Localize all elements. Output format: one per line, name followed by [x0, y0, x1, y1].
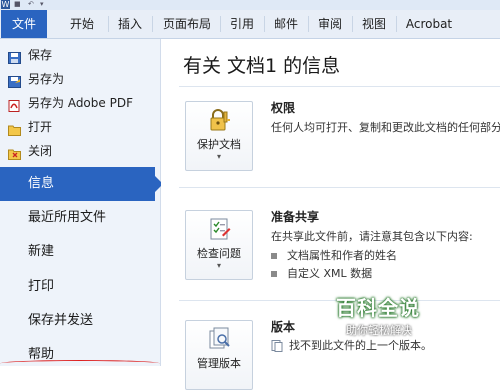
save-icon [8, 49, 22, 64]
watermark-title: 百科全说 [336, 296, 420, 320]
tab-separator [108, 16, 109, 32]
versions-heading: 版本 [271, 320, 296, 334]
close-doc-icon [8, 145, 22, 160]
tab-separator [152, 16, 153, 32]
folder-open-icon [8, 121, 22, 136]
check-issues-label: 检查问题 [197, 247, 241, 260]
tab-separator [220, 16, 221, 32]
menu-open[interactable]: 打开 [8, 116, 52, 138]
list-item: 自定义 XML 数据 [271, 265, 372, 281]
menu-save-as[interactable]: 另存为 [8, 68, 64, 90]
versions-text-row: 找不到此文件的上一个版本。 [271, 337, 432, 353]
menu-recent[interactable]: 最近所用文件 [0, 201, 155, 235]
save-quick-icon[interactable]: ■ [14, 1, 24, 8]
chevron-down-icon: ▾ [216, 261, 221, 270]
save-as-icon [8, 73, 22, 88]
permissions-text: 任何人均可打开、复制和更改此文档的任何部分 [271, 121, 500, 134]
ribbon-tab-bar: 文件 开始 插入 页面布局 引用 邮件 审阅 视图 Acrobat [0, 10, 500, 39]
tab-references[interactable]: 引用 [222, 10, 262, 38]
protect-document-label: 保护文档 [197, 138, 241, 151]
check-issues-button[interactable]: 检查问题 ▾ [185, 210, 253, 280]
menu-save-as-pdf-label: 另存为 Adobe PDF [28, 96, 133, 110]
list-item: 文档属性和作者的姓名 [271, 247, 397, 263]
prepare-sharing-heading: 准备共享 [271, 210, 320, 224]
tab-view[interactable]: 视图 [354, 10, 394, 38]
menu-print[interactable]: 打印 [0, 270, 155, 304]
word-app-icon[interactable]: W [1, 0, 10, 9]
page-title: 有关 文档1 的信息 [183, 55, 341, 77]
manage-versions-button[interactable]: 管理版本 [185, 320, 253, 390]
lock-key-icon [208, 108, 232, 132]
document-icon [271, 340, 283, 352]
checklist-icon [208, 217, 232, 241]
permissions-heading: 权限 [271, 101, 296, 115]
tab-file[interactable]: 文件 [1, 10, 47, 38]
versions-icon [208, 327, 232, 351]
menu-save-as-label: 另存为 [28, 72, 65, 86]
versions-text: 找不到此文件的上一个版本。 [289, 339, 432, 352]
tab-review[interactable]: 审阅 [310, 10, 350, 38]
list-item-label: 自定义 XML 数据 [287, 267, 373, 280]
manage-versions-label: 管理版本 [197, 357, 241, 370]
chevron-down-icon: ▾ [216, 152, 221, 161]
tab-acrobat[interactable]: Acrobat [398, 10, 460, 38]
list-item-label: 文档属性和作者的姓名 [287, 249, 397, 262]
bullet-icon [271, 271, 277, 277]
tab-insert[interactable]: 插入 [110, 10, 150, 38]
menu-new[interactable]: 新建 [0, 235, 155, 269]
tab-home[interactable]: 开始 [62, 10, 102, 38]
title-bar: W ■ ↶ ▾ [0, 0, 500, 10]
tab-separator [352, 16, 353, 32]
tab-mailings[interactable]: 邮件 [266, 10, 306, 38]
menu-close[interactable]: 关闭 [8, 140, 52, 162]
prepare-sharing-text: 在共享此文件前，请注意其包含以下内容: [271, 230, 473, 243]
protect-document-button[interactable]: 保护文档 ▾ [185, 101, 253, 171]
watermark-subtitle: 助你轻松解决 [346, 324, 412, 337]
tab-page-layout[interactable]: 页面布局 [155, 10, 219, 38]
dropdown-quick-icon[interactable]: ▾ [40, 1, 50, 8]
title-divider [179, 86, 500, 87]
menu-save-as-pdf[interactable]: 另存为 Adobe PDF [8, 92, 133, 114]
undo-icon[interactable]: ↶ [28, 1, 38, 8]
tab-separator [396, 16, 397, 32]
pdf-icon [8, 97, 22, 112]
menu-open-label: 打开 [28, 120, 53, 134]
watermark-logo: 百科全说 助你轻松解决 [336, 292, 466, 338]
tab-separator [264, 16, 265, 32]
backstage-sidebar: 保存 另存为 另存为 Adobe PDF 打开 关闭 信息 最近所用文件 新建 … [0, 39, 163, 366]
menu-save[interactable]: 保存 [8, 44, 52, 66]
menu-save-send[interactable]: 保存并发送 [0, 304, 155, 338]
menu-close-label: 关闭 [28, 144, 53, 158]
tab-separator [308, 16, 309, 32]
section-divider [179, 187, 500, 188]
bullet-icon [271, 253, 277, 259]
menu-save-label: 保存 [28, 48, 53, 62]
menu-info[interactable]: 信息 [0, 167, 163, 201]
